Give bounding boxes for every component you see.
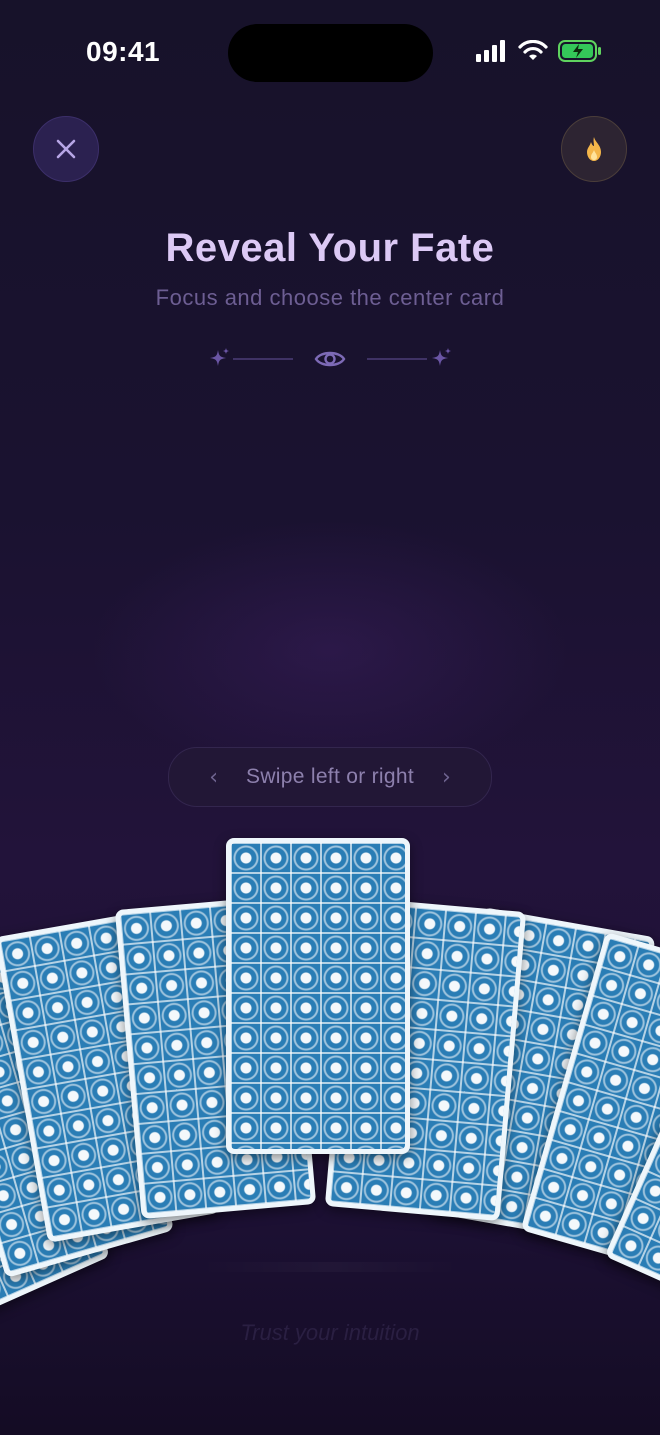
page-subtitle: Focus and choose the center card: [155, 285, 505, 310]
close-icon: [56, 139, 76, 159]
battery-icon: [558, 40, 601, 62]
swipe-label: Swipe left or right: [246, 765, 414, 788]
ornament-divider: [210, 348, 451, 367]
chevron-right-icon[interactable]: ›: [442, 765, 451, 790]
chevron-left-icon[interactable]: ‹: [209, 765, 218, 790]
sparkle-icon: [210, 348, 229, 366]
tarot-card-selected[interactable]: [226, 838, 410, 1154]
flame-button[interactable]: [561, 116, 627, 182]
signal-icon: [476, 40, 505, 62]
eye-icon: [314, 351, 346, 367]
dynamic-island: [228, 24, 433, 82]
background-glow: [90, 520, 570, 780]
status-bar: 09:41: [0, 0, 660, 100]
close-button[interactable]: [33, 116, 99, 182]
bottom-divider: [200, 1262, 460, 1272]
status-icons: [476, 40, 602, 62]
page-title: Reveal Your Fate: [165, 226, 495, 270]
sparkle-icon: [432, 348, 451, 366]
flame-icon: [587, 137, 601, 161]
swipe-hint: ‹ Swipe left or right ›: [168, 747, 492, 807]
wifi-icon: [518, 40, 548, 60]
status-time: 09:41: [86, 36, 161, 67]
intuition-hint: Trust your intuition: [240, 1320, 420, 1345]
